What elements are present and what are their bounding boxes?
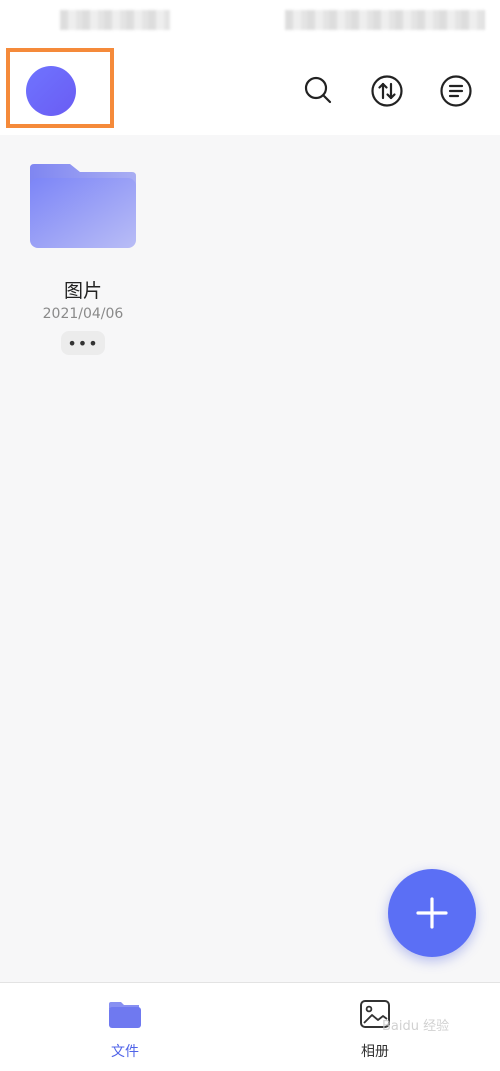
folder-icon: [28, 160, 138, 250]
add-button[interactable]: [388, 869, 476, 957]
status-bar: [0, 0, 500, 40]
blurred-status-left: [60, 10, 170, 30]
transfer-button[interactable]: [370, 74, 404, 108]
header: [0, 40, 500, 135]
watermark: Baidu 经验: [382, 1019, 450, 1034]
list-menu-icon: [440, 75, 472, 107]
nav-label-files: 文件: [111, 1044, 139, 1060]
avatar[interactable]: [26, 66, 76, 116]
bottom-nav: 文件 相册 Baidu 经验: [0, 982, 500, 1071]
folder-name: 图片: [63, 280, 102, 302]
plus-icon: [416, 897, 448, 929]
menu-button[interactable]: [439, 74, 473, 108]
avatar-highlight: [6, 48, 114, 128]
search-button[interactable]: [302, 74, 336, 108]
search-icon: [304, 76, 332, 104]
nav-item-files[interactable]: 文件: [65, 983, 185, 1071]
nav-label-album: 相册: [361, 1044, 389, 1060]
folder-more-button[interactable]: •••: [61, 331, 105, 355]
folder-date: 2021/04/06: [42, 306, 124, 322]
blurred-status-right: [285, 10, 485, 30]
transfer-icon: [371, 75, 403, 107]
folder-icon: [109, 1002, 141, 1028]
